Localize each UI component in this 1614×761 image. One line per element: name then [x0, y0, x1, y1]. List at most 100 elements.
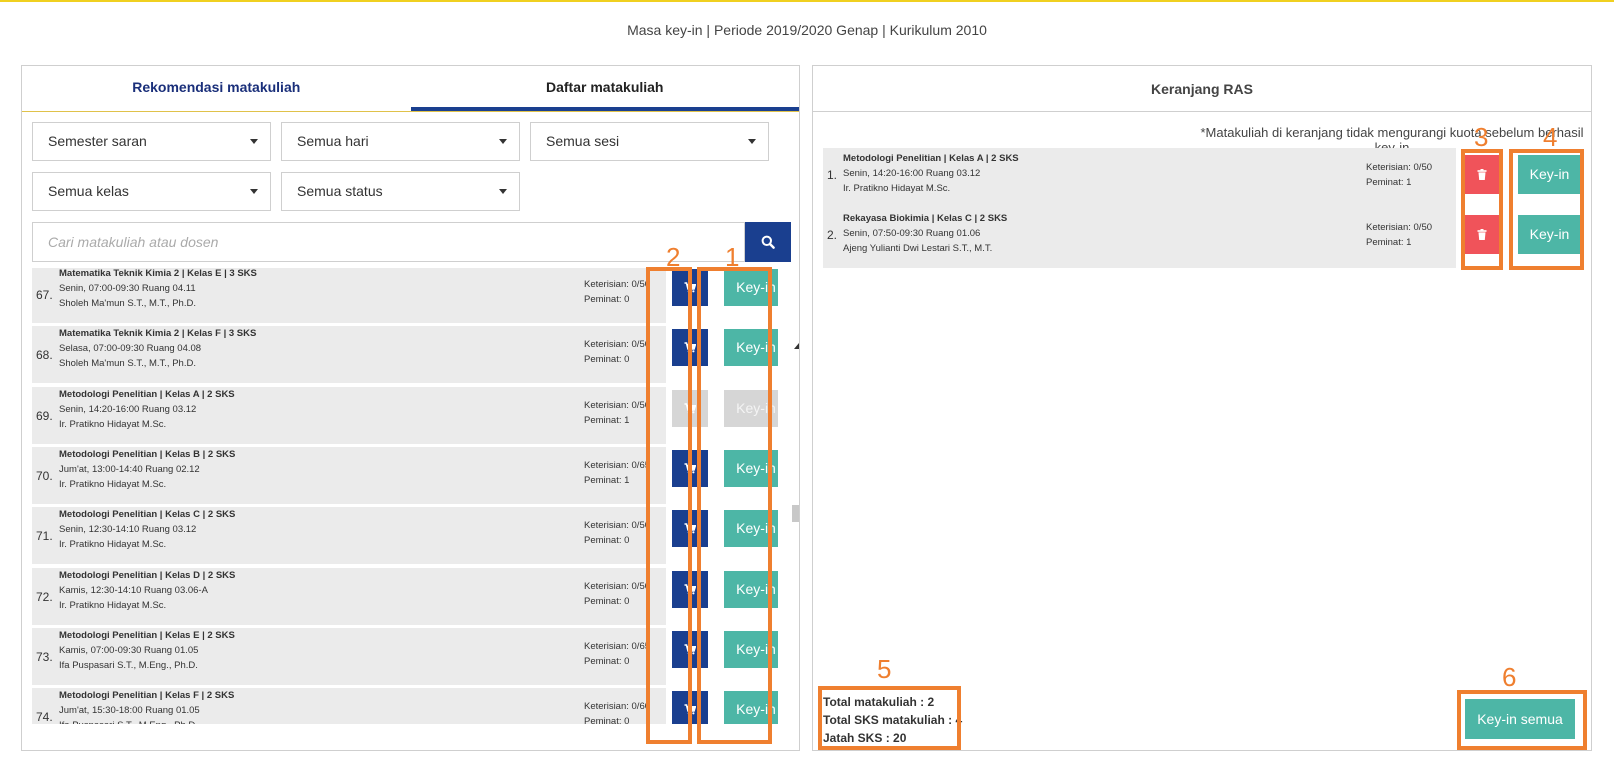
keyin-button[interactable]: Key-in — [724, 389, 778, 427]
delete-button[interactable] — [1465, 155, 1499, 194]
course-quota: Keterisian: 0/60 — [584, 701, 651, 713]
status-select-value: Semua status — [297, 183, 383, 199]
scroll-thumb[interactable] — [792, 505, 799, 522]
search-input[interactable] — [32, 222, 745, 262]
chevron-down-icon — [748, 139, 756, 144]
course-peminat: Peminat: 0 — [584, 716, 630, 724]
scroll-up-arrow-icon[interactable] — [794, 343, 799, 349]
keyin-button[interactable]: Key-in — [724, 691, 778, 724]
add-to-cart-button[interactable] — [672, 329, 708, 367]
add-to-cart-button[interactable] — [672, 570, 708, 608]
annotation-number-1: 1 — [725, 242, 740, 272]
search-button[interactable] — [745, 222, 791, 262]
course-peminat: Peminat: 1 — [584, 474, 630, 486]
course-info: 70. Metodologi Penelitian | Kelas B | 2 S… — [32, 446, 666, 504]
tab-daftar[interactable]: Daftar matakuliah — [410, 66, 799, 111]
total-sks: Total SKS matakuliah : 4 — [823, 713, 963, 727]
course-row: 73. Metodologi Penelitian | Kelas E | 2 S… — [32, 627, 778, 685]
cart-icon — [684, 282, 696, 293]
cart-row: 2. Rekayasa Biokimia | Kelas C | 2 SKS Sen… — [823, 208, 1583, 268]
course-title: Metodologi Penelitian | Kelas C | 2 SKS — [59, 509, 236, 521]
add-to-cart-button[interactable] — [672, 630, 708, 668]
cart-keyin-button[interactable]: Key-in — [1518, 155, 1581, 194]
annotation-number-5: 5 — [877, 654, 892, 684]
cart-number: 1. — [827, 168, 838, 182]
course-title: Metodologi Penelitian | Kelas D | 2 SKS — [59, 569, 236, 581]
delete-button[interactable] — [1465, 215, 1499, 254]
course-lecturer: Ir. Pratikno Hidayat M.Sc. — [59, 478, 167, 490]
course-schedule: Kamis, 07:00-09:30 Ruang 01.05 — [59, 644, 199, 656]
add-to-cart-button[interactable] — [672, 510, 708, 548]
cart-course-schedule: Senin, 14:20-16:00 Ruang 03.12 — [843, 168, 981, 179]
annotation-number-6: 6 — [1502, 662, 1517, 692]
cart-icon — [684, 342, 696, 353]
hari-select[interactable]: Semua hari — [281, 122, 520, 161]
cart-info: 1. Metodologi Penelitian | Kelas A | 2 SK… — [823, 148, 1456, 208]
course-schedule: Jum'at, 15:30-18:00 Ruang 01.05 — [59, 705, 200, 717]
course-title: Matematika Teknik Kimia 2 | Kelas E | 3 … — [59, 268, 257, 279]
cart-icon — [684, 643, 696, 655]
jatah-sks: Jatah SKS : 20 — [823, 731, 907, 745]
keyin-button[interactable]: Key-in — [724, 510, 778, 548]
chevron-down-icon — [499, 189, 507, 194]
add-to-cart-button[interactable] — [672, 389, 708, 427]
course-title: Metodologi Penelitian | Kelas B | 2 SKS — [59, 448, 236, 460]
course-number: 72. — [36, 589, 53, 604]
search-icon — [761, 235, 775, 249]
course-number: 67. — [36, 288, 53, 302]
cart-summary: Total matakuliah : 2 Total SKS matakulia… — [823, 693, 962, 747]
cart-course-title: Metodologi Penelitian | Kelas A | 2 SKS — [843, 153, 1019, 164]
tab-rekomendasi[interactable]: Rekomendasi matakuliah — [22, 66, 411, 111]
kelas-select[interactable]: Semua kelas — [32, 172, 271, 211]
course-row: 72. Metodologi Penelitian | Kelas D | 2 S… — [32, 567, 778, 625]
status-select[interactable]: Semua status — [281, 172, 520, 211]
course-row: 68. Matematika Teknik Kimia 2 | Kelas F |… — [32, 326, 778, 384]
course-schedule: Senin, 12:30-14:10 Ruang 03.12 — [59, 524, 197, 536]
course-info: 73. Metodologi Penelitian | Kelas E | 2 S… — [32, 627, 666, 685]
course-lecturer: Ifa Puspasari S.T., M.Eng., Ph.D. — [59, 659, 198, 671]
chevron-down-icon — [250, 139, 258, 144]
course-lecturer: Sholeh Ma'mun S.T., M.T., Ph.D. — [59, 358, 196, 370]
course-schedule: Senin, 14:20-16:00 Ruang 03.12 — [59, 403, 197, 415]
course-info: 71. Metodologi Penelitian | Kelas C | 2 S… — [32, 507, 666, 565]
keyin-button[interactable]: Key-in — [724, 630, 778, 668]
cart-course-quota: Keterisian: 0/50 — [1366, 222, 1433, 233]
annotation-number-4: 4 — [1543, 122, 1558, 152]
chevron-down-icon — [499, 139, 507, 144]
keyin-button[interactable]: Key-in — [724, 449, 778, 487]
keyin-button[interactable]: Key-in — [724, 269, 778, 306]
course-peminat: Peminat: 0 — [584, 294, 630, 305]
course-number: 70. — [36, 468, 53, 483]
course-quota: Keterisian: 0/50 — [584, 399, 651, 411]
course-number: 71. — [36, 529, 53, 544]
keyin-all-button[interactable]: Key-in semua — [1465, 699, 1575, 739]
keyin-button[interactable]: Key-in — [724, 570, 778, 608]
semester-select[interactable]: Semester saran — [32, 122, 271, 161]
page-header: Masa key-in | Periode 2019/2020 Genap | … — [627, 22, 987, 38]
cart-course-title: Rekayasa Biokimia | Kelas C | 2 SKS — [843, 213, 1008, 224]
course-quota: Keterisian: 0/65 — [584, 640, 651, 652]
course-schedule: Selasa, 07:00-09:30 Ruang 04.08 — [59, 343, 202, 355]
sesi-select[interactable]: Semua sesi — [530, 122, 769, 161]
course-number: 69. — [36, 408, 53, 423]
add-to-cart-button[interactable] — [672, 269, 708, 306]
annotation-number-3: 3 — [1474, 122, 1489, 152]
course-info: 68. Matematika Teknik Kimia 2 | Kelas F |… — [32, 326, 666, 384]
course-info: 67. Matematika Teknik Kimia 2 | Kelas E |… — [32, 268, 666, 323]
add-to-cart-button[interactable] — [672, 691, 708, 724]
add-to-cart-button[interactable] — [672, 449, 708, 487]
course-number: 68. — [36, 348, 53, 363]
cart-row: 1. Metodologi Penelitian | Kelas A | 2 SK… — [823, 148, 1583, 208]
cart-keyin-button[interactable]: Key-in — [1518, 215, 1581, 254]
course-peminat: Peminat: 0 — [584, 655, 630, 667]
semester-select-value: Semester saran — [48, 133, 147, 149]
keyin-button[interactable]: Key-in — [724, 329, 778, 367]
course-schedule: Senin, 07:00-09:30 Ruang 04.11 — [59, 283, 196, 294]
cart-course-peminat: Peminat: 1 — [1366, 177, 1412, 188]
course-lecturer: Ifa Puspasari S.T., M.Eng., Ph.D. — [59, 720, 198, 724]
course-list-scrollbar[interactable] — [791, 334, 799, 750]
kelas-select-value: Semua kelas — [48, 183, 129, 199]
course-row: 70. Metodologi Penelitian | Kelas B | 2 S… — [32, 446, 778, 504]
tab-bar: Rekomendasi matakuliah Daftar matakuliah — [22, 66, 799, 112]
course-info: 74. Metodologi Penelitian | Kelas F | 2 S… — [32, 688, 666, 724]
